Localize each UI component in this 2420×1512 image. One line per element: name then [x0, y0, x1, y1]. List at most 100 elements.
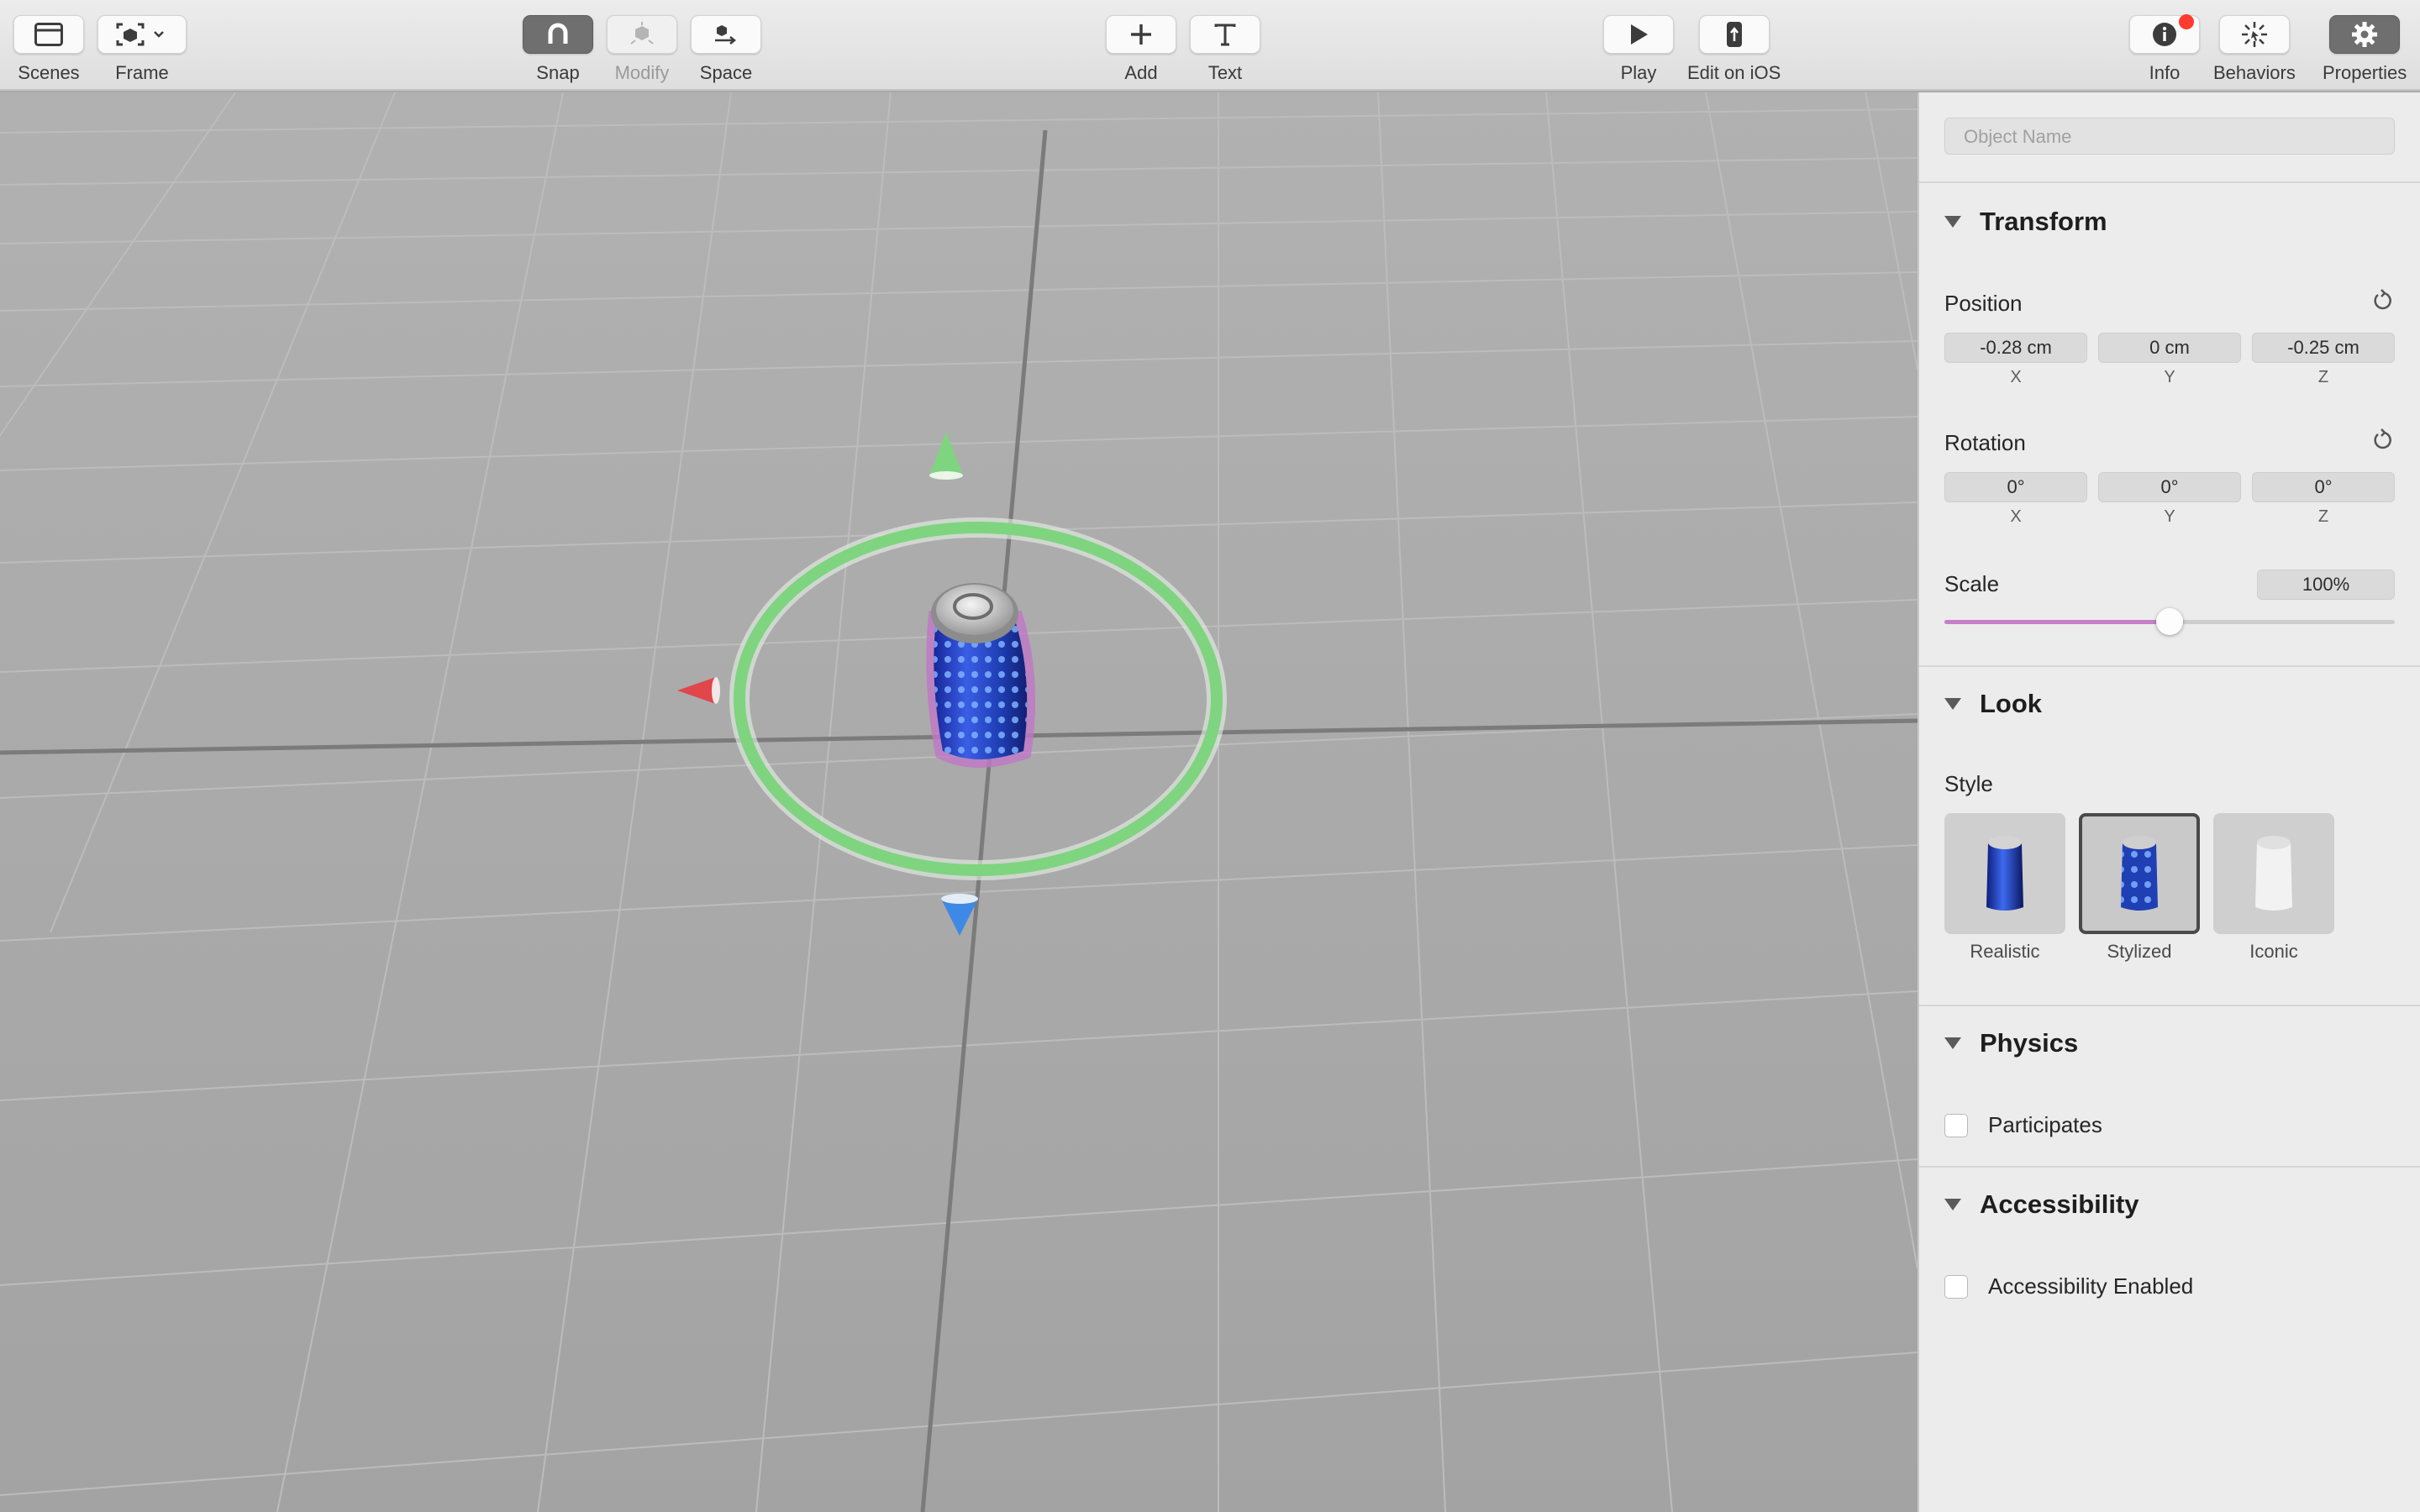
info-button[interactable]: [2129, 14, 2200, 54]
iconic-can-thumbnail: [2255, 836, 2292, 911]
accessibility-section-header[interactable]: Accessibility: [1944, 1189, 2139, 1220]
disclosure-triangle-icon[interactable]: [1944, 216, 1961, 228]
soda-can-model[interactable]: [926, 583, 1036, 768]
edit-on-ios-toolbar-item[interactable]: Edit on iOS: [1687, 15, 1781, 84]
behaviors-label: Behaviors: [2213, 62, 2296, 83]
style-label: Style: [1944, 771, 1993, 796]
play-icon: [1631, 24, 1648, 45]
scenes-button[interactable]: [13, 15, 84, 54]
play-label: Play: [1620, 62, 1657, 83]
behaviors-icon: [2241, 22, 2267, 47]
modify-button: [607, 15, 677, 54]
modify-label: Modify: [614, 62, 670, 83]
disclosure-triangle-icon[interactable]: [1944, 1199, 1961, 1210]
add-toolbar-item[interactable]: Add: [1106, 15, 1176, 84]
notification-badge: [2179, 14, 2194, 29]
properties-button[interactable]: [2329, 15, 2401, 54]
style-iconic-tile[interactable]: [2213, 813, 2334, 934]
gear-icon: [2352, 22, 2378, 47]
modify-toolbar-item: Modify: [607, 15, 677, 84]
stylized-can-thumbnail: [2121, 836, 2158, 911]
toolbar: Scenes Frame Snap Modify Space Add Text …: [0, 0, 2420, 91]
look-title: Look: [1980, 689, 2043, 718]
scenes-icon: [34, 23, 63, 46]
snap-toolbar-item[interactable]: Snap: [523, 15, 593, 84]
style-iconic-label: Iconic: [2249, 941, 2298, 962]
add-button[interactable]: [1106, 15, 1176, 54]
frame-toolbar-item[interactable]: Frame: [97, 15, 187, 84]
reset-rotation-icon[interactable]: [2371, 428, 2395, 452]
scale-slider-fill: [1944, 620, 2170, 624]
edit-on-ios-button[interactable]: [1698, 15, 1770, 54]
divider: [1919, 1005, 2420, 1006]
space-icon: [715, 25, 737, 45]
behaviors-button[interactable]: [2218, 15, 2290, 54]
text-icon: [1214, 24, 1236, 46]
info-icon: [2153, 23, 2176, 46]
axis-y-label: Y: [2164, 507, 2175, 526]
frame-button[interactable]: [97, 15, 187, 54]
play-button[interactable]: [1603, 15, 1674, 54]
axis-z-label: Z: [2317, 368, 2329, 386]
accessibility-enabled-checkbox[interactable]: [1944, 1275, 1968, 1299]
rotation-label: Rotation: [1944, 430, 2026, 455]
play-toolbar-item[interactable]: Play: [1603, 15, 1674, 84]
scene-viewport[interactable]: [0, 92, 1918, 1512]
position-x-field[interactable]: -0.28 cm: [1944, 333, 2087, 363]
info-toolbar-item[interactable]: Info: [2129, 14, 2200, 84]
divider: [1919, 181, 2420, 183]
divider: [1919, 665, 2420, 667]
frame-label: Frame: [115, 62, 169, 83]
space-label: Space: [699, 62, 753, 83]
realistic-can-thumbnail: [1986, 836, 2023, 911]
scenes-label: Scenes: [18, 62, 80, 83]
position-z-field[interactable]: -0.25 cm: [2252, 333, 2395, 363]
scenes-toolbar-item[interactable]: Scenes: [13, 15, 84, 84]
physics-title: Physics: [1980, 1028, 2079, 1058]
text-button[interactable]: [1190, 15, 1260, 54]
scale-label: Scale: [1944, 571, 2000, 596]
object-name-field[interactable]: Object Name: [1944, 118, 2395, 155]
divider: [1919, 1166, 2420, 1168]
axis-y-label: Y: [2164, 368, 2175, 386]
rotation-y-field[interactable]: 0°: [2098, 472, 2241, 502]
space-toolbar-item[interactable]: Space: [691, 15, 761, 84]
scale-slider-knob[interactable]: [2156, 608, 2183, 635]
scene-canvas[interactable]: [0, 92, 1918, 1512]
style-stylized-tile[interactable]: [2079, 813, 2200, 934]
disclosure-triangle-icon[interactable]: [1944, 698, 1961, 710]
transform-title: Transform: [1980, 207, 2107, 236]
text-toolbar-item[interactable]: Text: [1190, 15, 1260, 84]
reset-position-icon[interactable]: [2371, 289, 2395, 312]
physics-section-header[interactable]: Physics: [1944, 1028, 2078, 1058]
behaviors-toolbar-item[interactable]: Behaviors: [2213, 15, 2296, 84]
scale-value-field[interactable]: 100%: [2257, 570, 2395, 600]
plus-icon: [1131, 24, 1151, 45]
look-section-header[interactable]: Look: [1944, 689, 2042, 719]
properties-toolbar-item[interactable]: Properties: [2323, 15, 2407, 84]
style-stylized-label: Stylized: [2107, 941, 2172, 962]
axis-x-label: X: [2010, 368, 2022, 386]
snap-button[interactable]: [523, 15, 593, 54]
edit-on-ios-label: Edit on iOS: [1687, 62, 1781, 83]
position-label: Position: [1944, 291, 2023, 316]
text-label: Text: [1207, 62, 1243, 83]
transform-section-header[interactable]: Transform: [1944, 207, 2107, 237]
magnet-icon: [548, 23, 568, 44]
style-realistic-tile[interactable]: [1944, 813, 2065, 934]
rotation-x-field[interactable]: 0°: [1944, 472, 2087, 502]
info-label: Info: [2149, 62, 2181, 83]
properties-inspector: Object Name Transform Position -0.28 cm …: [1918, 92, 2420, 1512]
add-label: Add: [1124, 62, 1158, 83]
position-y-field[interactable]: 0 cm: [2098, 333, 2241, 363]
frame-icon: [116, 23, 164, 46]
space-button[interactable]: [691, 15, 761, 54]
axis-x-label: X: [2010, 507, 2022, 526]
participates-checkbox[interactable]: [1944, 1114, 1968, 1137]
ios-device-icon: [1726, 22, 1742, 47]
disclosure-triangle-icon[interactable]: [1944, 1037, 1961, 1049]
axis-z-label: Z: [2317, 507, 2329, 526]
style-realistic-label: Realistic: [1970, 941, 2040, 962]
participates-label: Participates: [1988, 1112, 2102, 1137]
rotation-z-field[interactable]: 0°: [2252, 472, 2395, 502]
